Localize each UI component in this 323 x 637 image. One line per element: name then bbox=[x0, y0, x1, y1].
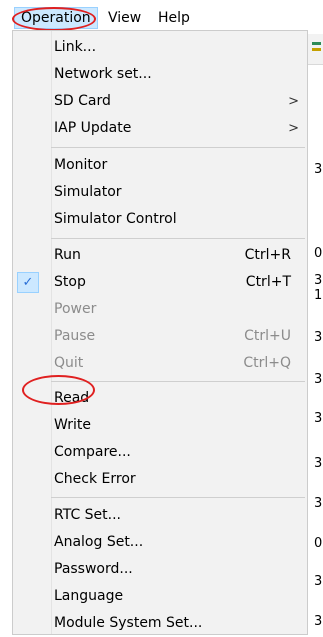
background-toolbar bbox=[308, 34, 323, 65]
app-window: Operation View Help 3 0 3 1 3 3 3 3 3 0 … bbox=[0, 0, 323, 637]
menu-item-label: Module System Set... bbox=[54, 615, 203, 631]
menu-item-simulator-control[interactable]: Simulator Control bbox=[13, 206, 307, 233]
menu-item-label: Password... bbox=[54, 561, 133, 577]
menu-item-iap-update[interactable]: IAP Update > bbox=[13, 115, 307, 142]
menu-item-label: Analog Set... bbox=[54, 534, 144, 550]
background-text: 3 bbox=[314, 574, 323, 589]
menu-item-pause: Pause Ctrl+U bbox=[13, 323, 307, 350]
menu-item-network-set[interactable]: Network set... bbox=[13, 61, 307, 88]
menu-item-compare[interactable]: Compare... bbox=[13, 439, 307, 466]
menu-item-analog-set[interactable]: Analog Set... bbox=[13, 529, 307, 556]
background-text: 0 bbox=[314, 536, 323, 551]
menu-item-stop[interactable]: ✓ Stop Ctrl+T bbox=[13, 269, 307, 296]
menu-item-sd-card[interactable]: SD Card > bbox=[13, 88, 307, 115]
menu-item-label: Quit bbox=[54, 355, 84, 371]
menu-item-shortcut: Ctrl+Q bbox=[243, 355, 291, 371]
menu-item-shortcut: Ctrl+T bbox=[245, 274, 291, 290]
menu-item-shortcut: Ctrl+R bbox=[244, 247, 291, 263]
background-text: 3 bbox=[314, 330, 323, 345]
menu-item-monitor[interactable]: Monitor bbox=[13, 152, 307, 179]
menu-item-label: Stop bbox=[54, 274, 86, 290]
menu-item-rtc-set[interactable]: RTC Set... bbox=[13, 502, 307, 529]
menu-item-run[interactable]: Run Ctrl+R bbox=[13, 242, 307, 269]
menu-item-power: Power bbox=[13, 296, 307, 323]
menu-item-label: SD Card bbox=[54, 93, 111, 109]
menu-item-label: Check Error bbox=[54, 471, 136, 487]
menu-item-module-system-set[interactable]: Module System Set... bbox=[13, 610, 307, 637]
menu-separator bbox=[51, 147, 305, 148]
background-toolbar-mark bbox=[312, 48, 321, 51]
menu-separator bbox=[51, 381, 305, 382]
background-text: 3 bbox=[314, 411, 323, 426]
menu-item-label: Link... bbox=[54, 39, 97, 55]
background-text: 3 bbox=[314, 496, 323, 511]
menu-item-label: RTC Set... bbox=[54, 507, 122, 523]
background-text: 3 bbox=[314, 372, 323, 387]
menu-item-write[interactable]: Write bbox=[13, 412, 307, 439]
menu-item-language[interactable]: Language bbox=[13, 583, 307, 610]
chevron-right-icon: > bbox=[288, 94, 299, 109]
menu-help[interactable]: Help bbox=[152, 7, 196, 29]
background-text: 1 bbox=[314, 288, 323, 303]
menubar: Operation View Help bbox=[0, 0, 323, 31]
menu-item-label: Compare... bbox=[54, 444, 131, 460]
menu-item-label: Language bbox=[54, 588, 124, 604]
menu-item-label: IAP Update bbox=[54, 120, 132, 136]
background-text: 3 bbox=[314, 162, 323, 177]
background-text: 3 bbox=[314, 614, 323, 629]
menu-item-label: Monitor bbox=[54, 157, 108, 173]
menu-item-quit: Quit Ctrl+Q bbox=[13, 350, 307, 377]
menu-item-label: Write bbox=[54, 417, 91, 433]
check-icon: ✓ bbox=[17, 272, 39, 293]
background-text: 3 bbox=[314, 273, 323, 288]
menu-item-label: Power bbox=[54, 301, 97, 317]
menu-item-label: Network set... bbox=[54, 66, 152, 82]
operation-dropdown-menu: Link... Network set... SD Card > IAP Upd… bbox=[12, 30, 308, 635]
menu-item-password[interactable]: Password... bbox=[13, 556, 307, 583]
menu-view[interactable]: View bbox=[102, 7, 147, 29]
menu-separator bbox=[51, 238, 305, 239]
menu-item-label: Simulator bbox=[54, 184, 122, 200]
menu-item-label: Pause bbox=[54, 328, 96, 344]
menu-separator bbox=[51, 497, 305, 498]
menu-item-simulator[interactable]: Simulator bbox=[13, 179, 307, 206]
menu-item-label: Read bbox=[54, 390, 90, 406]
menu-item-label: Simulator Control bbox=[54, 211, 177, 227]
background-text: 0 bbox=[314, 246, 323, 261]
menu-item-label: Run bbox=[54, 247, 81, 263]
menu-item-read[interactable]: Read bbox=[13, 385, 307, 412]
menu-item-link[interactable]: Link... bbox=[13, 34, 307, 61]
menu-operation[interactable]: Operation bbox=[14, 7, 98, 29]
background-toolbar-mark bbox=[312, 42, 321, 45]
menu-item-check-error[interactable]: Check Error bbox=[13, 466, 307, 493]
background-text: 3 bbox=[314, 456, 323, 471]
chevron-right-icon: > bbox=[288, 121, 299, 136]
menu-item-shortcut: Ctrl+U bbox=[244, 328, 291, 344]
